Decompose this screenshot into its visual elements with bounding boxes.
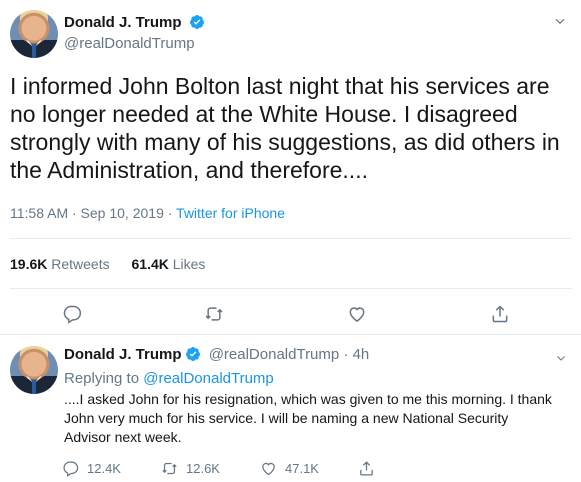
likes-stat[interactable]: 61.4K Likes (132, 256, 206, 272)
main-tweet: Donald J. Trump @realDonaldTrump I infor… (0, 0, 581, 335)
author-name[interactable]: Donald J. Trump (64, 14, 182, 31)
tweet-meta: 11:58 AM · Sep 10, 2019 · Twitter for iP… (10, 205, 285, 221)
reply-like-button[interactable]: 47.1K (260, 458, 319, 478)
avatar-tie (32, 43, 36, 58)
reply-text: ....I asked John for his resignation, wh… (64, 391, 552, 445)
reply-author-name[interactable]: Donald J. Trump (64, 346, 182, 363)
share-icon (492, 305, 508, 323)
tweet-timestamp[interactable]: 11:58 AM · Sep 10, 2019 · (10, 205, 176, 221)
retweet-icon (162, 462, 177, 474)
like-icon (262, 462, 275, 475)
reply-author-avatar[interactable] (10, 346, 58, 394)
verified-badge-icon (185, 347, 200, 361)
retweet-count: 12.6K (186, 460, 220, 476)
like-icon (349, 307, 365, 322)
chevron-down-icon[interactable] (555, 352, 567, 364)
reply-tweet[interactable]: Donald J. Trump @realDonaldTrump · 4h Re… (0, 336, 581, 482)
author-name-row[interactable]: Donald J. Trump (64, 14, 205, 31)
reply-button[interactable] (61, 303, 83, 325)
share-icon (360, 460, 373, 476)
author-handle[interactable]: @realDonaldTrump (64, 35, 195, 52)
avatar-tie (32, 379, 36, 394)
reply-retweet-button[interactable]: 12.6K (161, 458, 220, 478)
retweet-icon (205, 307, 223, 321)
reply-count: 12.4K (87, 460, 121, 476)
like-button[interactable] (346, 303, 368, 325)
reply-header: Donald J. Trump @realDonaldTrump · 4h (64, 346, 369, 363)
replying-to-handle[interactable]: @realDonaldTrump (143, 370, 274, 387)
reply-handle-time[interactable]: @realDonaldTrump · 4h (209, 346, 370, 363)
replying-to: Replying to @realDonaldTrump (64, 370, 274, 387)
tweet-stats: 19.6K Retweets 61.4K Likes (10, 256, 205, 272)
divider (10, 288, 572, 289)
like-count: 47.1K (285, 460, 319, 476)
tweet-source[interactable]: Twitter for iPhone (176, 205, 285, 221)
replying-prefix: Replying to (64, 370, 144, 387)
author-avatar[interactable] (10, 10, 58, 58)
reply-icon (63, 305, 82, 324)
reply-reply-button[interactable]: 12.4K (62, 458, 121, 478)
verified-badge-icon (189, 15, 204, 29)
divider (10, 238, 572, 239)
share-button[interactable] (489, 303, 511, 325)
tweet-text: I informed John Bolton last night that h… (10, 73, 560, 183)
chevron-down-icon[interactable] (553, 14, 567, 28)
reply-icon (63, 460, 79, 477)
retweets-stat[interactable]: 19.6K Retweets (10, 256, 110, 272)
reply-share-button[interactable] (358, 458, 383, 478)
retweet-button[interactable] (203, 303, 225, 325)
